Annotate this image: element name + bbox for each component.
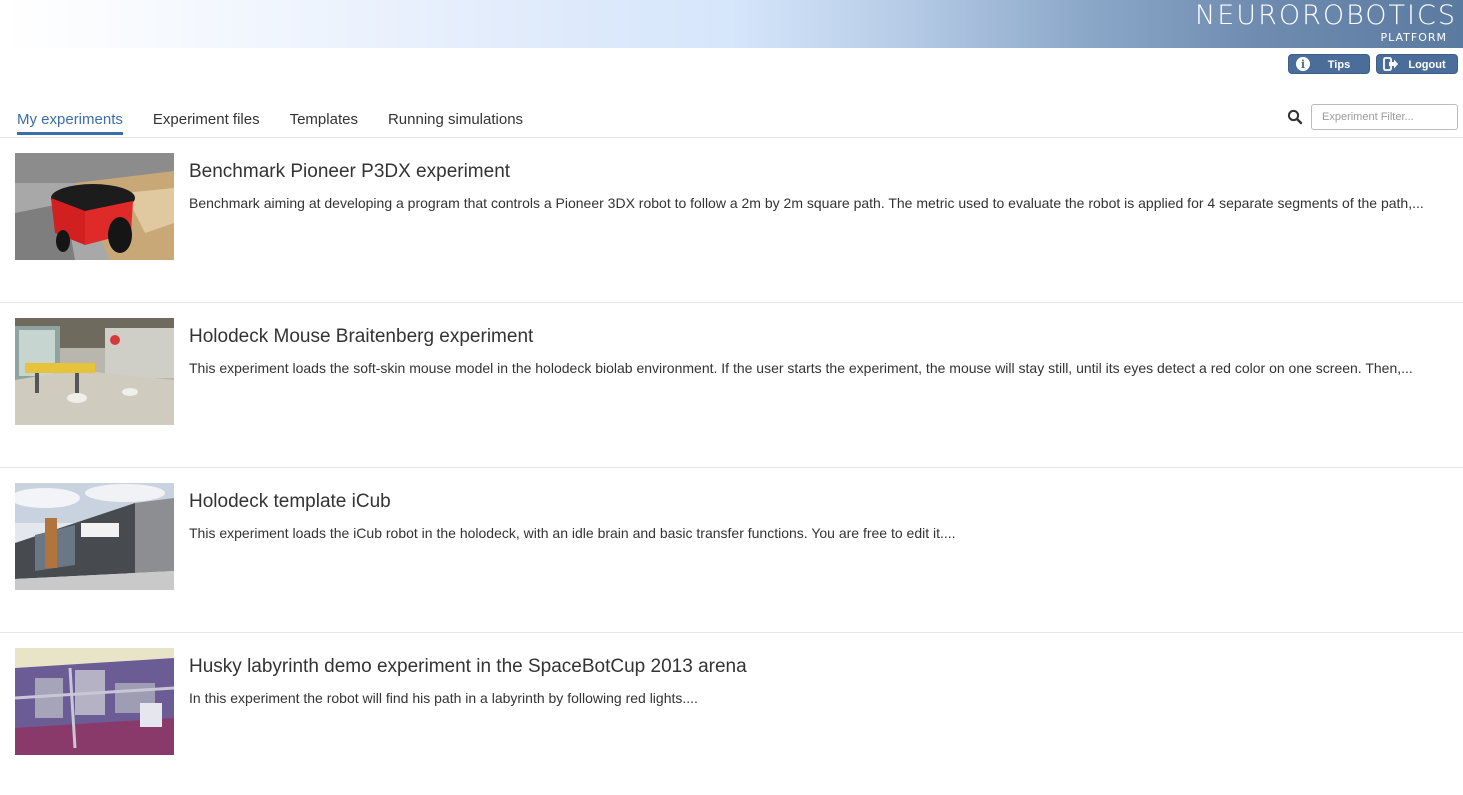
logout-icon xyxy=(1381,54,1401,74)
experiment-title[interactable]: Benchmark Pioneer P3DX experiment xyxy=(189,161,510,183)
info-icon: i xyxy=(1293,54,1313,74)
tab-experiment-files[interactable]: Experiment files xyxy=(153,111,260,135)
experiment-title[interactable]: Husky labyrinth demo experiment in the S… xyxy=(189,656,747,678)
experiment-title[interactable]: Holodeck template iCub xyxy=(189,491,391,513)
tab-templates[interactable]: Templates xyxy=(290,111,358,135)
experiment-item[interactable]: Husky labyrinth demo experiment in the S… xyxy=(0,633,1463,795)
tab-my-experiments[interactable]: My experiments xyxy=(17,111,123,135)
platform-logo: NEUROROBOTICS xyxy=(1195,0,1457,31)
experiment-thumbnail[interactable] xyxy=(15,318,174,425)
experiment-filter-input[interactable] xyxy=(1311,104,1458,130)
experiment-thumbnail[interactable] xyxy=(15,648,174,755)
logout-label: Logout xyxy=(1408,59,1446,71)
experiment-item[interactable]: Holodeck Mouse Braitenberg experiment Th… xyxy=(0,303,1463,468)
tips-label: Tips xyxy=(1327,59,1351,71)
tips-button[interactable]: i Tips xyxy=(1288,54,1370,74)
tab-running-simulations[interactable]: Running simulations xyxy=(388,111,523,135)
experiment-item[interactable]: Holodeck template iCub This experiment l… xyxy=(0,468,1463,633)
experiment-description: This experiment loads the soft-skin mous… xyxy=(189,360,1413,376)
experiment-item[interactable]: Benchmark Pioneer P3DX experiment Benchm… xyxy=(0,138,1463,303)
platform-logo-subtitle: PLATFORM xyxy=(1380,31,1447,44)
experiment-title[interactable]: Holodeck Mouse Braitenberg experiment xyxy=(189,326,533,348)
experiment-description: Benchmark aiming at developing a program… xyxy=(189,195,1424,211)
experiment-thumbnail[interactable] xyxy=(15,483,174,590)
header-banner: NEUROROBOTICS PLATFORM xyxy=(0,0,1463,48)
search-icon xyxy=(1287,109,1303,125)
experiment-description: This experiment loads the iCub robot in … xyxy=(189,525,956,541)
experiment-description: In this experiment the robot will find h… xyxy=(189,690,698,706)
experiment-tabs: My experiments Experiment files Template… xyxy=(17,111,553,137)
experiment-thumbnail[interactable] xyxy=(15,153,174,260)
logout-button[interactable]: Logout xyxy=(1376,54,1458,74)
